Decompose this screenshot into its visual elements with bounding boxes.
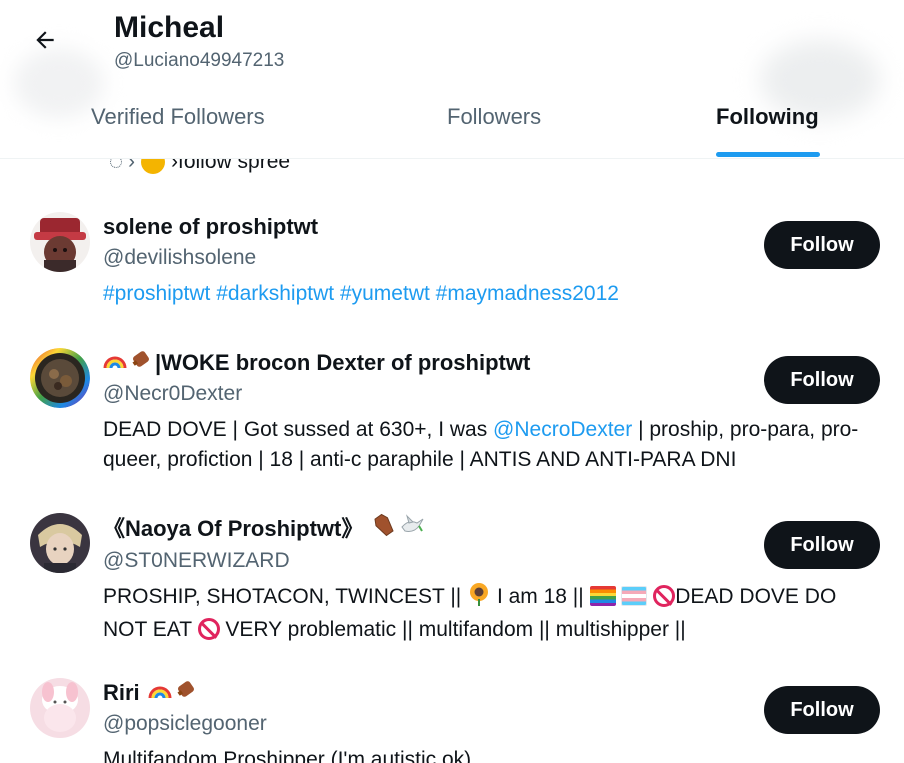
user-name-text: |WOKE brocon Dexter of proshiptwt [155,350,531,375]
tab-followers[interactable]: Followers [447,96,541,158]
list-item[interactable]: 《Naoya Of Proshiptwt》 @ST0NERWIZARD PROS… [0,513,904,653]
user-bio[interactable]: #proshiptwt #darkshiptwt #yumetwt #mayma… [103,279,883,309]
user-name-text: Riri [103,680,140,705]
follow-button[interactable]: Follow [764,521,880,569]
list-item[interactable]: solene of proshiptwt @devilishsolene #pr… [0,212,904,332]
bio-mention-link[interactable]: @NecroDexter [493,418,632,441]
trans-flag-icon [621,586,648,606]
profile-header: Micheal @Luciano49947213 Verified Follow… [0,0,904,159]
tab-following[interactable]: Following [716,96,819,158]
user-bio: PROSHIP, SHOTACON, TWINCEST || I am 18 |… [103,582,883,645]
back-arrow-icon [36,31,54,49]
avatar[interactable] [30,678,90,738]
coffin-emoji-icon [371,513,397,545]
user-info: |WOKE brocon Dexter of proshiptwt @Necr0… [103,348,883,475]
user-bio: DEAD DOVE | Got sussed at 630+, I was @N… [103,415,883,475]
rainbow-flag-icon [589,586,616,606]
follow-button[interactable]: Follow [764,356,880,404]
no-entry-icon [653,585,676,607]
follow-button[interactable]: Follow [764,686,880,734]
bio-text: DEAD DOVE | Got sussed at 630+, I was [103,418,494,441]
back-button[interactable] [22,20,68,60]
rainbow-emoji-icon [103,348,127,378]
tab-verified-followers[interactable]: Verified Followers [91,96,265,158]
sunflower-emoji-icon [467,582,491,615]
avatar[interactable] [30,348,90,408]
dove-emoji-icon [399,513,425,545]
rainbow-emoji-icon [148,678,172,708]
profile-handle: @Luciano49947213 [114,50,285,71]
coffin-emoji-icon [174,678,198,708]
no-entry-icon [197,618,220,640]
page-title: Micheal [114,11,225,44]
user-bio[interactable]: Multifandom Proshipper (I'm autistic ok) [103,745,883,763]
avatar[interactable] [30,212,90,272]
list-item[interactable]: Riri @popsiclegooner Multifandom Proship… [0,678,904,763]
follow-button[interactable]: Follow [764,221,880,269]
list-item[interactable]: |WOKE brocon Dexter of proshiptwt @Necr0… [0,348,904,488]
bio-text: VERY problematic || multifandom || multi… [225,618,686,641]
avatar[interactable] [30,513,90,573]
profile-title-block: Micheal @Luciano49947213 [114,10,284,74]
active-tab-indicator [716,152,820,157]
user-info: solene of proshiptwt @devilishsolene #pr… [103,212,883,309]
coffin-emoji-icon [129,348,153,378]
bio-text: PROSHIP, SHOTACON, TWINCEST || [103,585,462,608]
bio-text: I am 18 || [496,585,584,608]
tab-bar: Verified Followers Followers Following [0,96,904,158]
user-name-text: 《Naoya Of Proshiptwt》 [103,516,364,541]
